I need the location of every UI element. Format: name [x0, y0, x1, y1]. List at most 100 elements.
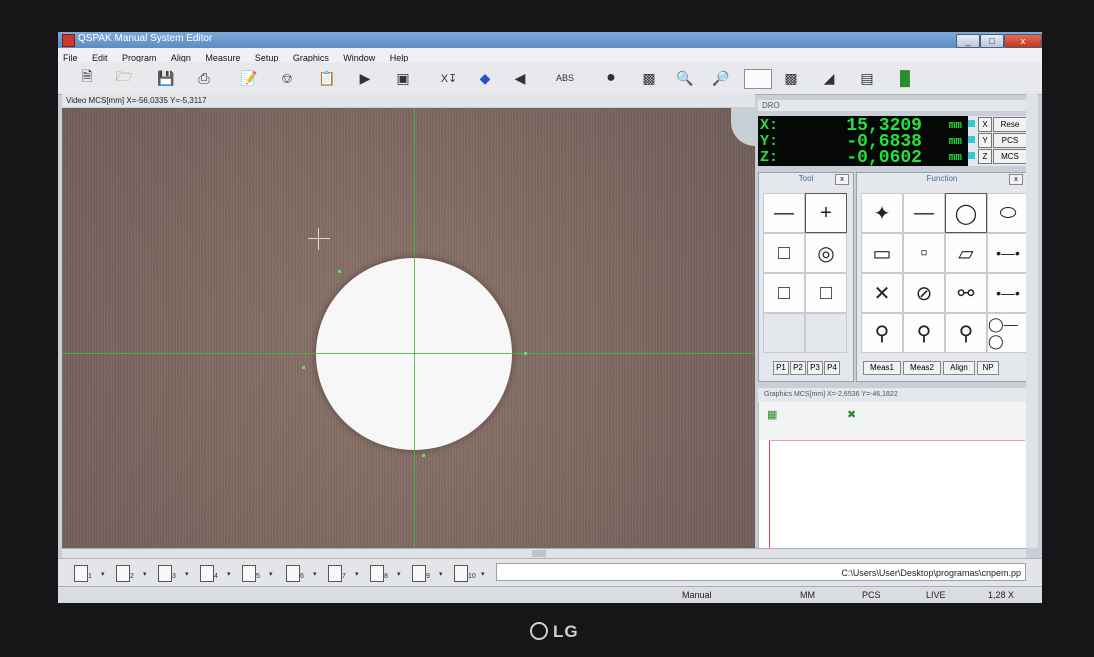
dot-icon[interactable]: ● [600, 67, 622, 89]
graphics-header: Graphics MCS[mm] X=-2,6536 Y=-46,1822 [758, 388, 1026, 402]
box-alt-tool-icon[interactable]: □ [805, 273, 847, 313]
dropdown-arrow-icon[interactable]: ▾ [227, 570, 231, 578]
dropdown-arrow-icon[interactable]: ▾ [481, 570, 485, 578]
dropdown-arrow-icon[interactable]: ▾ [269, 570, 273, 578]
two-circles-function-icon[interactable]: ⚯ [945, 273, 987, 313]
tool-panel-close[interactable]: x [835, 174, 849, 185]
minimize-button[interactable]: _ [956, 34, 980, 48]
zero-x-button[interactable]: X [978, 117, 992, 132]
page-button-8[interactable]: 8 ▾ [368, 565, 401, 583]
page-button-1[interactable]: 1 ▾ [72, 565, 105, 583]
circle-base-function-icon[interactable]: ⚲ [945, 313, 987, 353]
dropdown-arrow-icon[interactable]: ▾ [313, 570, 317, 578]
mcs-button[interactable]: MCS [993, 149, 1027, 164]
tab-p3[interactable]: P3 [807, 361, 823, 375]
speaker-icon[interactable]: ◀ [509, 67, 531, 89]
zoom-value-box[interactable] [744, 69, 772, 89]
page-button-3[interactable]: 3 ▾ [156, 565, 189, 583]
tab-align[interactable]: Align [943, 361, 975, 375]
dropdown-arrow-icon[interactable]: ▾ [397, 570, 401, 578]
probe-icon[interactable]: ⎊ [276, 67, 298, 89]
zoom-out-icon[interactable]: 🔎 [710, 67, 732, 89]
tab-np[interactable]: NP [977, 361, 999, 375]
tab-p4[interactable]: P4 [824, 361, 840, 375]
page-icon [454, 565, 468, 582]
abs-icon[interactable]: ABS [554, 67, 576, 89]
page-button-7[interactable]: 7 ▾ [326, 565, 359, 583]
monitor-brand: LG [553, 622, 579, 641]
zoom-fit-icon[interactable]: ▩ [638, 67, 660, 89]
text-tool-icon[interactable]: X↧ [438, 67, 460, 89]
box-edge-tool-icon[interactable]: □ [763, 233, 805, 273]
scroll-thumb[interactable] [532, 550, 546, 557]
reset-button[interactable]: Rese [993, 117, 1027, 132]
open-folder-icon[interactable]: 🗁 [113, 67, 135, 89]
parallelogram-function-icon[interactable]: ▱ [945, 233, 987, 273]
page-button-6[interactable]: 6 ▾ [284, 565, 317, 583]
page-button-9[interactable]: 9 ▾ [410, 565, 443, 583]
video-view[interactable] [62, 108, 755, 548]
circle-line-function-icon[interactable]: ⊘ [903, 273, 945, 313]
tab-p1[interactable]: P1 [773, 361, 789, 375]
vertical-scrollbar[interactable] [1026, 94, 1038, 548]
title-bar: QSPAK Manual System Editor _ □ x [58, 32, 1042, 48]
page-button-5[interactable]: 5 ▾ [240, 565, 273, 583]
graphics-view[interactable]: ▦ ✖ [758, 402, 1027, 548]
point-distance-function-icon[interactable]: •—• [987, 273, 1029, 313]
distance-function-icon[interactable]: •—• [987, 233, 1029, 273]
erase-icon[interactable]: ◆ [474, 67, 496, 89]
dropdown-arrow-icon[interactable]: ▾ [185, 570, 189, 578]
crosshair-tool-icon[interactable]: + [805, 193, 847, 233]
edit-program-icon[interactable]: 📝 [238, 67, 260, 89]
chart-icon[interactable]: █ [894, 67, 916, 89]
empty-tool-slot [805, 313, 847, 353]
print-icon[interactable]: ⎙ [193, 67, 215, 89]
circle-function-icon[interactable]: ◯ [945, 193, 987, 233]
app-icon [62, 34, 75, 47]
page-button-2[interactable]: 2 ▾ [114, 565, 147, 583]
tab-meas2[interactable]: Meas2 [903, 361, 941, 375]
ellipse-function-icon[interactable]: ⬭ [987, 193, 1029, 233]
fit-view-icon[interactable]: ▦ [767, 408, 777, 421]
close-button[interactable]: x [1004, 34, 1042, 48]
circle-distance-function-icon[interactable]: ◯—◯ [987, 313, 1029, 353]
dropdown-arrow-icon[interactable]: ▾ [101, 570, 105, 578]
zero-z-button[interactable]: Z [978, 149, 992, 164]
box-tool-icon[interactable]: □ [763, 273, 805, 313]
pcs-button[interactable]: PCS [993, 133, 1027, 148]
dropdown-arrow-icon[interactable]: ▾ [355, 570, 359, 578]
tab-meas1[interactable]: Meas1 [863, 361, 901, 375]
mouse-cursor [308, 228, 330, 250]
clear-view-icon[interactable]: ✖ [847, 408, 856, 421]
rectangle-function-icon[interactable]: ▭ [861, 233, 903, 273]
circle-tool-icon[interactable]: ◎ [805, 233, 847, 273]
lg-logo-icon [530, 622, 548, 640]
line-tool-icon[interactable]: — [763, 193, 805, 233]
maximize-button[interactable]: □ [980, 34, 1004, 48]
page-button-10[interactable]: 10 ▾ [452, 565, 485, 583]
tab-p2[interactable]: P2 [790, 361, 806, 375]
line-function-icon[interactable]: — [903, 193, 945, 233]
axis-indicator-icon [968, 136, 975, 143]
new-file-icon[interactable]: 🗎 [76, 67, 98, 89]
save-icon[interactable]: 💾 [155, 67, 177, 89]
light-icon[interactable]: ◢ [818, 67, 840, 89]
dropdown-arrow-icon[interactable]: ▾ [439, 570, 443, 578]
function-panel-close[interactable]: x [1009, 174, 1023, 185]
height-function-icon[interactable]: ⚲ [861, 313, 903, 353]
zero-y-button[interactable]: Y [978, 133, 992, 148]
intersection-function-icon[interactable]: ✕ [861, 273, 903, 313]
circle-height-function-icon[interactable]: ⚲ [903, 313, 945, 353]
slot-function-icon[interactable]: ▫ [903, 233, 945, 273]
page-button-4[interactable]: 4 ▾ [198, 565, 231, 583]
view-icon[interactable]: ▩ [780, 67, 802, 89]
point-function-icon[interactable]: ✦ [861, 193, 903, 233]
play-icon[interactable]: ▶ [354, 67, 376, 89]
page-icon [328, 565, 342, 582]
export-icon[interactable]: 📋 [316, 67, 338, 89]
program-path-field[interactable]: C:\Users\User\Desktop\programas\cnpem.pp [496, 563, 1026, 581]
dropdown-arrow-icon[interactable]: ▾ [143, 570, 147, 578]
report-icon[interactable]: ▤ [856, 67, 878, 89]
zoom-in-icon[interactable]: 🔍 [674, 67, 696, 89]
camera-target-icon[interactable]: ▣ [392, 67, 414, 89]
